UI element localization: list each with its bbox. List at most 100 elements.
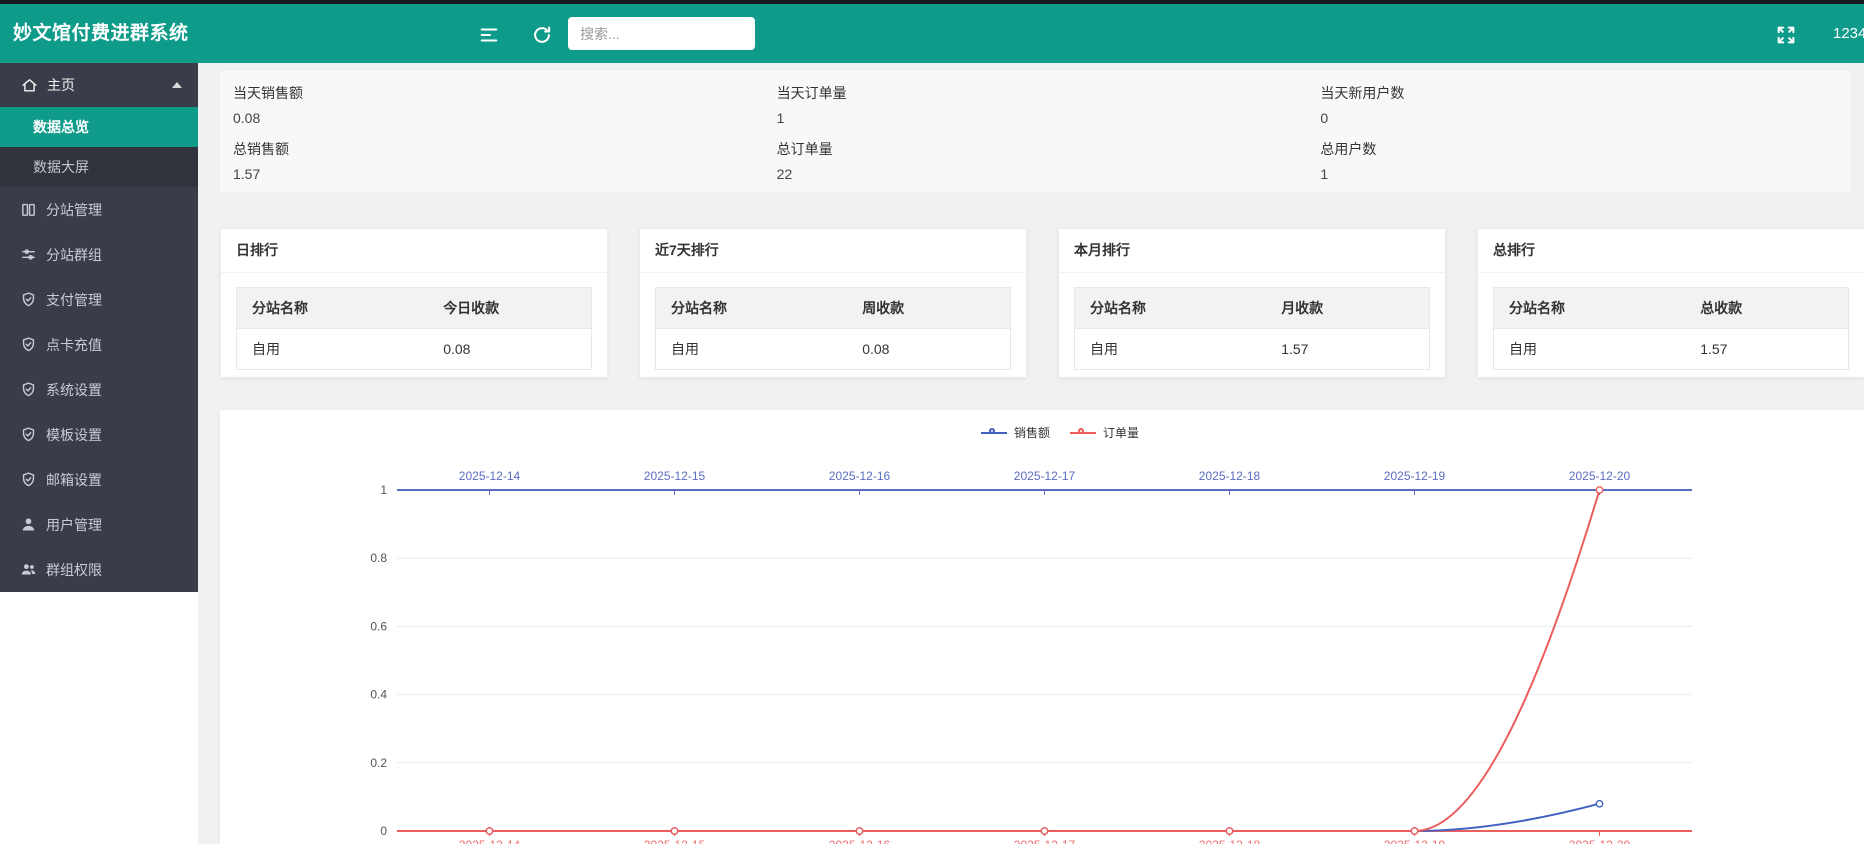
sidebar-item-label: 数据总览 [33,117,89,137]
shield-check-icon [20,426,37,443]
cell-site-name: 自用 [237,329,429,370]
stat-label: 当天订单量 [777,83,1308,103]
sidebar-item-template-settings[interactable]: 模板设置 [0,412,198,457]
svg-text:2025-12-17: 2025-12-17 [1014,469,1076,483]
svg-text:2025-12-17: 2025-12-17 [1014,838,1076,844]
sidebar-item-home[interactable]: 主页 [0,63,198,107]
svg-text:0.6: 0.6 [370,619,387,633]
svg-text:2025-12-15: 2025-12-15 [644,469,706,483]
ranking-card-month: 本月排行 分站名称 月收款 自用 1.57 [1058,228,1446,378]
stat-label: 总销售额 [233,139,764,159]
svg-text:2025-12-16: 2025-12-16 [829,838,891,844]
column-header: 分站名称 [656,288,848,329]
ranking-card-total: 总排行 分站名称 总收款 自用 1.57 [1477,228,1864,378]
sidebar-item-label: 用户管理 [46,515,102,535]
shield-check-icon [20,471,37,488]
legend-label: 订单量 [1103,424,1139,441]
cell-amount: 1.57 [1685,329,1848,370]
sidebar-item-label: 模板设置 [46,425,102,445]
card-title: 近7天排行 [640,229,1026,273]
sidebar-item-user-manage[interactable]: 用户管理 [0,502,198,547]
svg-text:0.2: 0.2 [370,756,387,770]
stat-value: 1 [777,110,1308,126]
table-row: 自用 1.57 [1494,329,1849,370]
chart-card: 销售额 订单量 00.20.40.60.812025-12-142025-12-… [220,410,1864,844]
svg-text:2025-12-19: 2025-12-19 [1384,469,1446,483]
sidebar-item-email-settings[interactable]: 邮箱设置 [0,457,198,502]
sidebar-item-label: 数据大屏 [33,157,89,177]
svg-text:0: 0 [380,824,387,838]
svg-text:2025-12-20: 2025-12-20 [1569,838,1631,844]
sidebar-item-data-screen[interactable]: 数据大屏 [0,147,198,187]
sales-orders-chart-svg: 00.20.40.60.812025-12-142025-12-142025-1… [220,410,1864,844]
stats-column-sales: 当天销售额 0.08 总销售额 1.57 [220,83,764,192]
svg-text:2025-12-18: 2025-12-18 [1199,838,1261,844]
ranking-table: 分站名称 月收款 自用 1.57 [1074,287,1430,370]
sidebar-item-substation-groups[interactable]: 分站群组 [0,232,198,277]
table-row: 自用 0.08 [656,329,1011,370]
svg-text:2025-12-15: 2025-12-15 [644,838,706,844]
svg-text:2025-12-14: 2025-12-14 [459,838,521,844]
card-title: 日排行 [221,229,607,273]
sidebar: 主页 数据总览 数据大屏 分站管理 分站群组 [0,63,198,592]
stat-label: 总用户数 [1320,139,1851,159]
table-row: 自用 0.08 [237,329,592,370]
header: 妙文馆付费进群系统 12345 [0,0,1864,63]
shield-check-icon [20,381,37,398]
columns-icon [20,201,37,218]
sidebar-item-label: 系统设置 [46,380,102,400]
card-body: 分站名称 月收款 自用 1.57 [1059,273,1445,370]
sidebar-item-data-overview[interactable]: 数据总览 [0,107,198,147]
sliders-icon [20,246,37,263]
caret-up-icon [172,82,182,88]
column-header: 分站名称 [1075,288,1267,329]
ranking-table: 分站名称 周收款 自用 0.08 [655,287,1011,370]
sidebar-item-system-settings[interactable]: 系统设置 [0,367,198,412]
stat-value: 22 [777,166,1308,182]
column-header: 分站名称 [237,288,429,329]
refresh-icon[interactable] [531,24,553,46]
stat-value: 1 [1320,166,1851,182]
stat-value: 0 [1320,110,1851,126]
sidebar-item-group-permissions[interactable]: 群组权限 [0,547,198,592]
collapse-sidebar-icon[interactable] [478,24,500,46]
app-window: 妙文馆付费进群系统 12345 [0,0,1864,844]
svg-text:2025-12-20: 2025-12-20 [1569,469,1631,483]
line-marker-icon [981,432,1007,434]
home-icon [21,77,38,94]
table-row: 自用 1.57 [1075,329,1430,370]
svg-text:2025-12-14: 2025-12-14 [459,469,521,483]
column-header: 今日收款 [428,288,591,329]
sidebar-item-label: 邮箱设置 [46,470,102,490]
search-input[interactable] [568,17,755,50]
sidebar-item-payment-manage[interactable]: 支付管理 [0,277,198,322]
stat-label: 总订单量 [777,139,1308,159]
stats-column-users: 当天新用户数 0 总用户数 1 [1307,83,1851,192]
sidebar-item-label: 群组权限 [46,560,102,580]
sidebar-item-label: 主页 [47,75,75,95]
users-icon [20,561,37,578]
sidebar-item-label: 分站管理 [46,200,102,220]
card-title: 总排行 [1478,229,1864,273]
legend-item-sales[interactable]: 销售额 [981,424,1050,441]
cell-site-name: 自用 [656,329,848,370]
column-header: 总收款 [1685,288,1848,329]
sidebar-item-substation-manage[interactable]: 分站管理 [0,187,198,232]
legend-item-orders[interactable]: 订单量 [1070,424,1139,441]
main-content: 当天销售额 0.08 总销售额 1.57 当天订单量 1 总订单量 22 当天新… [198,63,1864,844]
cell-site-name: 自用 [1075,329,1267,370]
stat-label: 当天新用户数 [1320,83,1851,103]
svg-text:2025-12-16: 2025-12-16 [829,469,891,483]
sidebar-item-card-recharge[interactable]: 点卡充值 [0,322,198,367]
app-title: 妙文馆付费进群系统 [13,4,189,63]
card-body: 分站名称 周收款 自用 0.08 [640,273,1026,370]
fullscreen-icon[interactable] [1775,24,1797,46]
svg-text:2025-12-19: 2025-12-19 [1384,838,1446,844]
stat-value: 1.57 [233,166,764,182]
cell-amount: 0.08 [847,329,1010,370]
legend-label: 销售额 [1014,424,1050,441]
username[interactable]: 12345 [1833,4,1864,63]
ranking-card-daily: 日排行 分站名称 今日收款 自用 0.08 [220,228,608,378]
ranking-table: 分站名称 总收款 自用 1.57 [1493,287,1849,370]
shield-check-icon [20,336,37,353]
